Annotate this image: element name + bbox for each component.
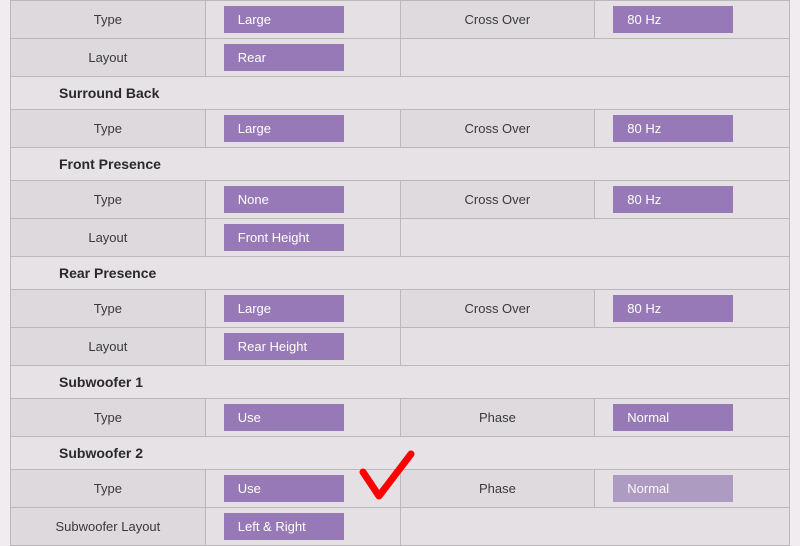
setting-label: Cross Over <box>400 110 595 148</box>
setting-label: Type <box>11 181 206 219</box>
section-header: Front Presence <box>11 148 790 181</box>
select-button[interactable]: Normal <box>613 475 733 502</box>
select-button[interactable]: Rear <box>224 44 344 71</box>
setting-label: Subwoofer Layout <box>11 508 206 546</box>
speaker-config-table: Type Large Cross Over 80 Hz Layout Rear Surrou… <box>10 0 790 546</box>
select-button[interactable]: Use <box>224 475 344 502</box>
empty-cell <box>400 219 790 257</box>
select-button[interactable]: 80 Hz <box>613 186 733 213</box>
select-button[interactable]: Normal <box>613 404 733 431</box>
section-header: Surround Back <box>11 77 790 110</box>
select-button[interactable]: Large <box>224 6 344 33</box>
section-header: Subwoofer 2 <box>11 437 790 470</box>
setting-label: Type <box>11 470 206 508</box>
setting-label: Phase <box>400 470 595 508</box>
setting-label: Layout <box>11 328 206 366</box>
section-header: Subwoofer 1 <box>11 366 790 399</box>
setting-label: Phase <box>400 399 595 437</box>
setting-label: Type <box>11 290 206 328</box>
setting-label: Cross Over <box>400 290 595 328</box>
section-header: Rear Presence <box>11 257 790 290</box>
select-button[interactable]: 80 Hz <box>613 115 733 142</box>
empty-cell <box>400 508 790 546</box>
select-button[interactable]: Large <box>224 115 344 142</box>
select-button[interactable]: 80 Hz <box>613 6 733 33</box>
select-button[interactable]: Front Height <box>224 224 344 251</box>
empty-cell <box>400 328 790 366</box>
select-button[interactable]: Left & Right <box>224 513 344 540</box>
select-button[interactable]: Rear Height <box>224 333 344 360</box>
select-button[interactable]: Use <box>224 404 344 431</box>
setting-label: Cross Over <box>400 1 595 39</box>
setting-label: Type <box>11 110 206 148</box>
setting-label: Cross Over <box>400 181 595 219</box>
select-button[interactable]: 80 Hz <box>613 295 733 322</box>
setting-label: Layout <box>11 39 206 77</box>
select-button[interactable]: Large <box>224 295 344 322</box>
empty-cell <box>400 39 790 77</box>
setting-label: Type <box>11 1 206 39</box>
setting-label: Layout <box>11 219 206 257</box>
setting-label: Type <box>11 399 206 437</box>
select-button[interactable]: None <box>224 186 344 213</box>
